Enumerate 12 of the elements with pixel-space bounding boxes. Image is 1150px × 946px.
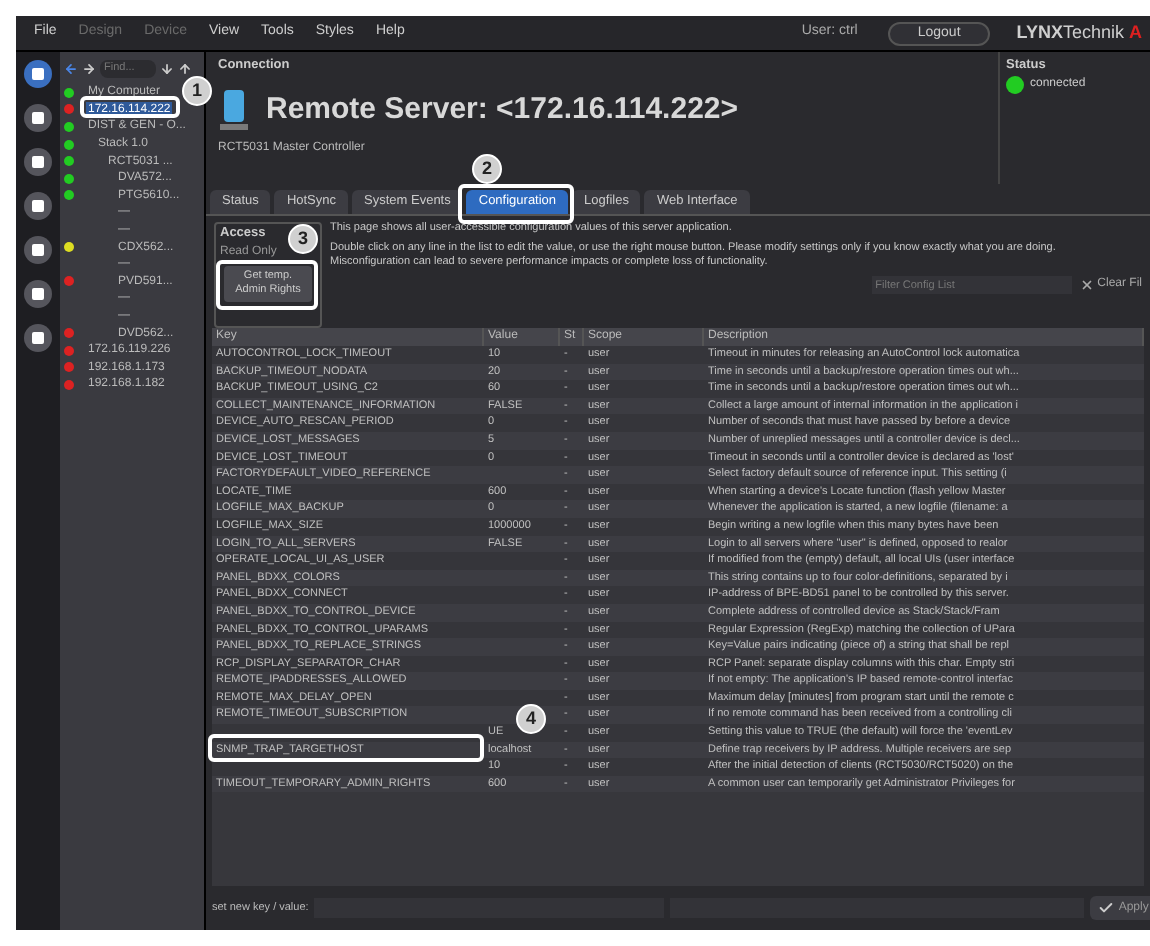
logo: LYNXTechnik A (1016, 19, 1142, 46)
callout-frame (80, 96, 180, 118)
back-arrow-icon[interactable] (64, 61, 78, 75)
server-icon (218, 88, 250, 132)
down-arrow-icon[interactable] (160, 61, 174, 75)
forward-arrow-icon[interactable] (82, 61, 96, 75)
close-icon (1079, 278, 1094, 292)
check-icon (1098, 900, 1115, 916)
up-arrow-icon[interactable] (178, 61, 192, 75)
callout-frame (458, 184, 574, 224)
callout-frame (216, 260, 318, 310)
server-title: Remote Server: <172.16.114.222> (266, 89, 739, 130)
